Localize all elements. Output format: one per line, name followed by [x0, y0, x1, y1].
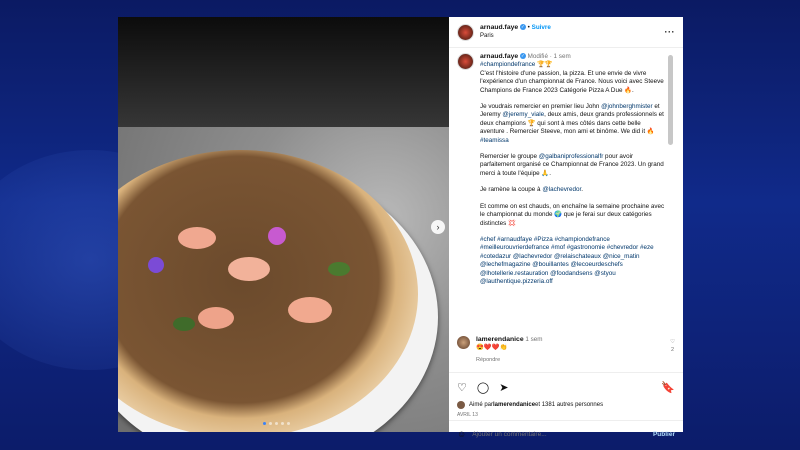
comment-text: 😍❤️❤️👏: [476, 344, 508, 351]
action-bar: ♡ ◯ ➤ 🔖: [457, 380, 675, 394]
photo-shrimp: [228, 257, 270, 281]
carousel-dot[interactable]: [269, 422, 272, 425]
reply-button[interactable]: Répondre: [476, 356, 675, 364]
emoji-icon[interactable]: ☺: [457, 429, 466, 439]
divider: [449, 372, 683, 373]
likes-suffix: et 1381 autres personnes: [535, 402, 604, 408]
photo-flower: [148, 257, 164, 273]
commenter-avatar[interactable]: [457, 336, 470, 349]
mention-link[interactable]: @johnberghmister: [601, 103, 653, 110]
post-location[interactable]: Paris: [480, 32, 665, 41]
post-date: AVRIL 13: [457, 412, 478, 418]
caption-author-avatar[interactable]: [457, 53, 474, 70]
hashtag-link[interactable]: #teamissa: [480, 137, 509, 144]
photo-dark-background: [118, 17, 449, 137]
photo-shrimp: [178, 227, 216, 249]
caption-scrollbar[interactable]: [668, 55, 673, 145]
carousel-dot[interactable]: [281, 422, 284, 425]
mention-link[interactable]: @galbaniprofessionalfr: [539, 153, 604, 160]
author-username[interactable]: arnaud.faye: [480, 24, 518, 31]
comment-like: ♡ 2: [670, 338, 675, 354]
carousel-dot[interactable]: [287, 422, 290, 425]
photo-herb: [173, 317, 195, 331]
caption-hashtag-top[interactable]: #championdefrance 🏆🏆: [480, 61, 667, 69]
add-comment-bar: ☺ Ajouter un commentaire... Publier: [457, 429, 675, 439]
follow-button[interactable]: Suivre: [532, 24, 551, 31]
verified-badge-icon: ✓: [519, 24, 526, 31]
post-photo: ›: [118, 17, 449, 432]
caption-text: .: [581, 186, 584, 194]
mention-link[interactable]: @lachevredor: [542, 186, 581, 193]
more-options-icon[interactable]: ···: [665, 27, 676, 37]
carousel-dot[interactable]: [263, 422, 266, 425]
caption-text: Remercier le groupe: [480, 153, 539, 161]
heart-icon[interactable]: ♡: [670, 338, 675, 346]
bookmark-icon[interactable]: 🔖: [661, 381, 675, 394]
verified-badge-icon: ✓: [519, 53, 526, 60]
caption-hashtags[interactable]: #chef #arnaudfaye #Pizza #championdefran…: [480, 236, 667, 286]
like-heart-icon[interactable]: ♡: [457, 381, 467, 394]
caption-username[interactable]: arnaud.faye: [480, 53, 518, 60]
instagram-post-card: › arnaud.faye ✓ • Suivre Paris ··· arnau…: [118, 17, 683, 439]
photo-shrimp: [288, 297, 332, 323]
comment-bubble-icon[interactable]: ◯: [477, 381, 489, 394]
header-separator: •: [527, 24, 530, 31]
caption-text: Je ramène la coupe à: [480, 186, 543, 194]
caption-paragraph: Je ramène la coupe à @lachevredor.: [480, 186, 667, 194]
post-sidebar: arnaud.faye ✓ • Suivre Paris ··· arnaud.…: [449, 17, 683, 439]
likes-prefix: Aimé par: [469, 402, 494, 408]
caption-paragraph: C'est l'histoire d'une passion, la pizza…: [480, 69, 664, 94]
comment-time: 1 sem: [525, 336, 543, 343]
post-caption: arnaud.faye ✓ Modifié · 1 sem #championd…: [457, 53, 667, 328]
publish-button[interactable]: Publier: [653, 431, 675, 438]
carousel-dots: [263, 422, 290, 425]
divider: [449, 420, 683, 421]
author-avatar[interactable]: [457, 23, 474, 41]
post-header: arnaud.faye ✓ • Suivre Paris ···: [449, 17, 683, 48]
carousel-next-button[interactable]: ›: [431, 220, 445, 234]
comment-input[interactable]: Ajouter un commentaire...: [472, 431, 546, 438]
caption-meta: Modifié · 1 sem: [527, 53, 571, 60]
caption-text: Je voudrais remercier en premier lieu Jo…: [480, 103, 602, 111]
liker-avatar[interactable]: [457, 401, 465, 409]
caption-paragraph: Je voudrais remercier en premier lieu Jo…: [480, 103, 667, 145]
photo-flower: [268, 227, 286, 245]
commenter-username[interactable]: lamerendanice: [476, 336, 524, 343]
photo-shrimp: [198, 307, 234, 329]
comment-item: lamerendanice 1 sem 😍❤️❤️👏 Répondre ♡ 2: [457, 336, 675, 364]
share-send-icon[interactable]: ➤: [499, 381, 508, 394]
caption-paragraph: Remercier le groupe @galbaniprofessional…: [480, 153, 667, 178]
comment-like-count: 2: [671, 347, 675, 353]
mention-link[interactable]: @jeremy_viale: [502, 111, 544, 118]
post-header-text: arnaud.faye ✓ • Suivre Paris: [480, 23, 665, 41]
photo-herb: [328, 262, 350, 276]
carousel-dot[interactable]: [275, 422, 278, 425]
caption-paragraph: Et comme on est chauds, on enchaîne la s…: [480, 202, 665, 227]
likes-summary: Aimé par lamerendanice et 1381 autres pe…: [457, 401, 603, 409]
liker-username[interactable]: lamerendanice: [493, 402, 535, 408]
